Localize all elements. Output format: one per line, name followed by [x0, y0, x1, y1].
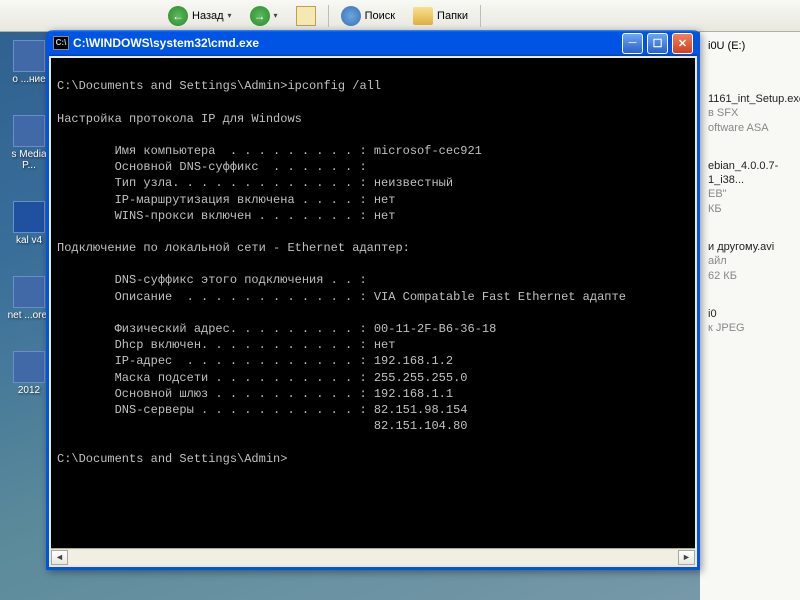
scroll-right-button[interactable]: ► — [678, 550, 695, 565]
app-icon — [13, 40, 45, 72]
file-name: i0 — [708, 307, 792, 321]
file-type: айл — [708, 254, 792, 268]
cmd-icon: C:\ — [53, 36, 69, 50]
horizontal-scrollbar[interactable]: ◄ ► — [51, 548, 695, 565]
folders-icon — [413, 7, 433, 25]
drive-label[interactable]: i0U (E:) — [708, 40, 792, 52]
cmd-window[interactable]: C:\ C:\WINDOWS\system32\cmd.exe ─ ☐ ✕ C:… — [46, 30, 700, 570]
scroll-left-button[interactable]: ◄ — [51, 550, 68, 565]
window-title: C:\WINDOWS\system32\cmd.exe — [73, 36, 618, 50]
file-name: 1161_int_Setup.exe — [708, 92, 792, 106]
toolbar-separator — [328, 5, 329, 27]
back-arrow-icon: ← — [168, 6, 188, 26]
close-button[interactable]: ✕ — [672, 33, 693, 54]
app-icon — [13, 201, 45, 233]
cmd-client-area: C:\Documents and Settings\Admin>ipconfig… — [51, 58, 695, 565]
folders-button[interactable]: Папки — [407, 5, 474, 27]
file-type: к JPEG — [708, 321, 792, 335]
chevron-down-icon[interactable]: ▾ — [228, 11, 232, 20]
file-vendor: oftware ASA — [708, 121, 792, 135]
terminal-output[interactable]: C:\Documents and Settings\Admin>ipconfig… — [51, 58, 695, 548]
folders-label: Папки — [437, 10, 468, 22]
file-name: ebian_4.0.0.7-1_i38... — [708, 159, 792, 188]
app-icon — [13, 351, 45, 383]
cmd-titlebar[interactable]: C:\ C:\WINDOWS\system32\cmd.exe ─ ☐ ✕ — [49, 30, 697, 56]
explorer-file-pane[interactable]: i0U (E:) 1161_int_Setup.exe в SFX oftwar… — [700, 32, 800, 600]
app-icon — [13, 276, 45, 308]
search-label: Поиск — [365, 10, 395, 22]
up-folder-button[interactable] — [290, 4, 322, 28]
search-button[interactable]: Поиск — [335, 4, 401, 28]
back-button[interactable]: ← Назад ▾ — [162, 4, 238, 28]
file-item[interactable]: i0 к JPEG — [708, 307, 792, 336]
minimize-button[interactable]: ─ — [622, 33, 643, 54]
explorer-toolbar: ← Назад ▾ → ▾ Поиск Папки — [0, 0, 800, 32]
file-size: 62 КБ — [708, 269, 792, 283]
file-item[interactable]: и другому.avi айл 62 КБ — [708, 240, 792, 283]
maximize-button[interactable]: ☐ — [647, 33, 668, 54]
toolbar-separator — [480, 5, 481, 27]
file-size: КБ — [708, 202, 792, 216]
forward-arrow-icon: → — [250, 6, 270, 26]
file-item[interactable]: ebian_4.0.0.7-1_i38... EB" КБ — [708, 159, 792, 216]
search-icon — [341, 6, 361, 26]
back-label: Назад — [192, 10, 224, 22]
file-type: в SFX — [708, 106, 792, 120]
folder-up-icon — [296, 6, 316, 26]
file-type: EB" — [708, 187, 792, 201]
file-name: и другому.avi — [708, 240, 792, 254]
scrollbar-track[interactable] — [68, 550, 678, 565]
chevron-down-icon[interactable]: ▾ — [274, 11, 278, 20]
forward-button[interactable]: → ▾ — [244, 4, 284, 28]
file-item[interactable]: 1161_int_Setup.exe в SFX oftware ASA — [708, 92, 792, 135]
app-icon — [13, 115, 45, 147]
